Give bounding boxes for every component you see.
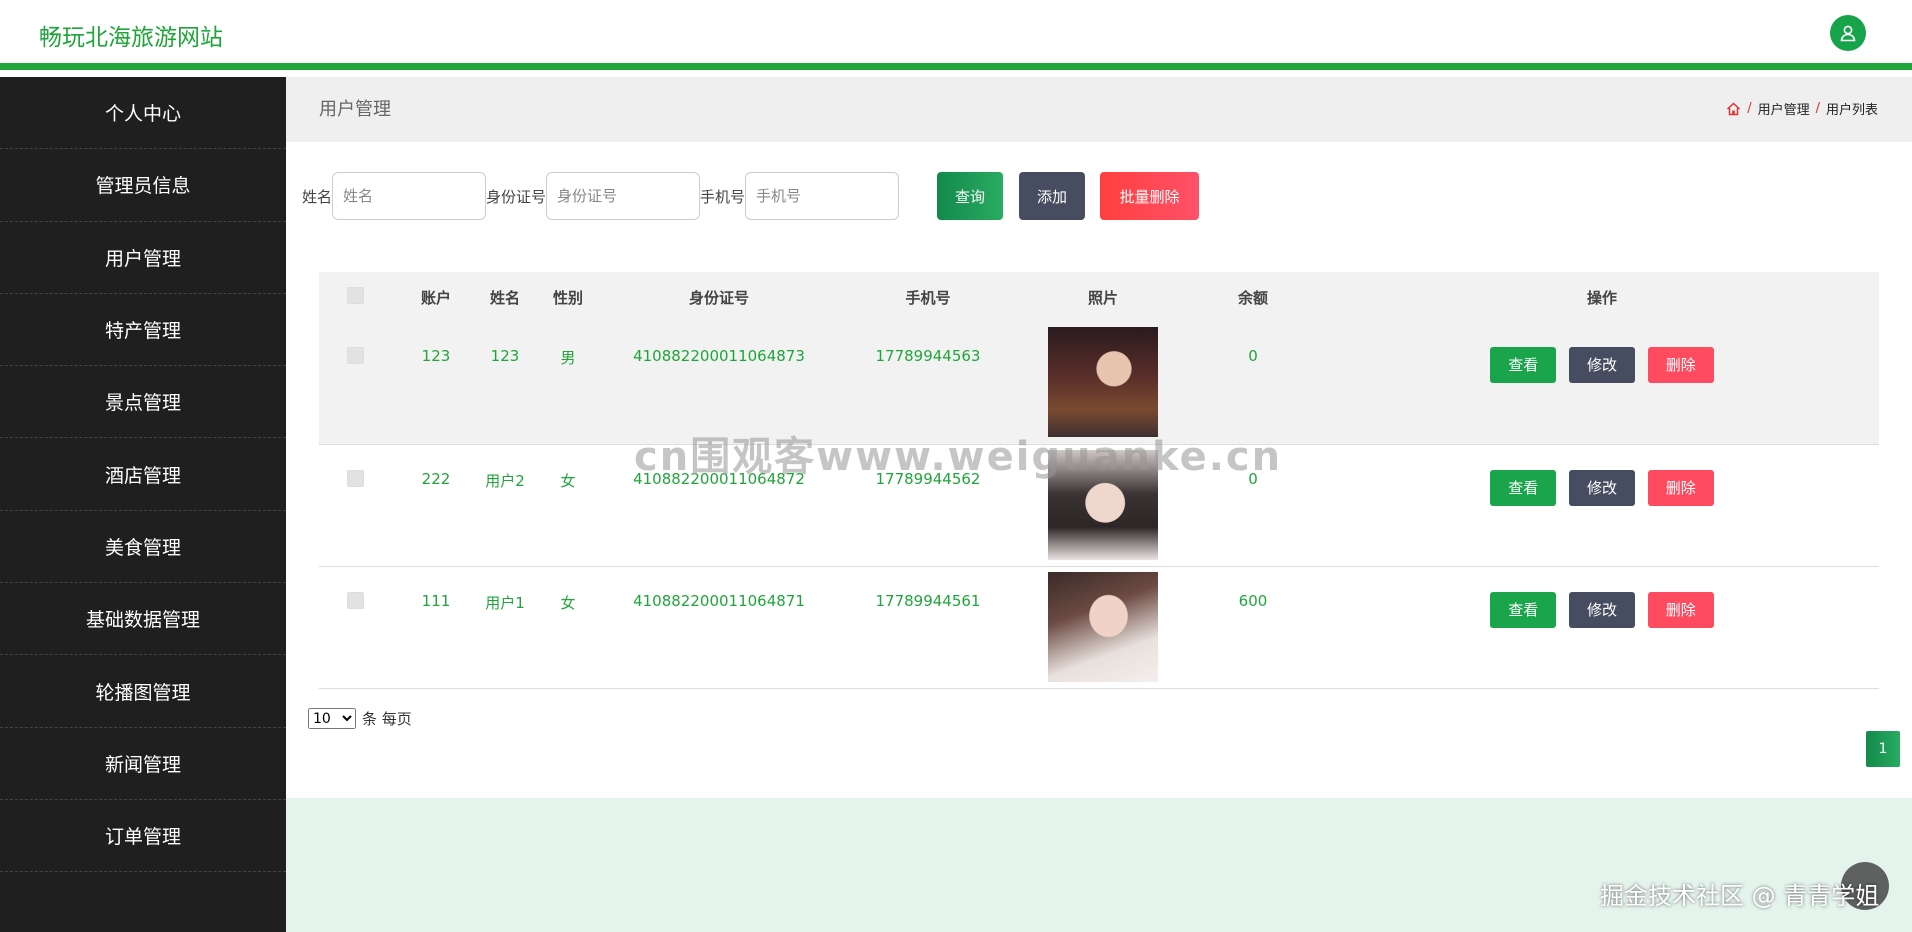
balance-cell: 0 xyxy=(1181,322,1325,445)
breadcrumb-separator: / xyxy=(1815,101,1820,116)
row-checkbox[interactable] xyxy=(346,347,364,364)
site-title: 畅玩北海旅游网站 xyxy=(39,25,223,51)
table-row: 111 用户1 女 410882200011064871 17789944561… xyxy=(319,566,1879,689)
id-number-cell: 410882200011064872 xyxy=(607,444,831,567)
view-button[interactable]: 查看 xyxy=(1490,591,1557,628)
sidebar-item-specialty-management[interactable]: 特产管理 xyxy=(0,294,286,367)
row-select-cell xyxy=(319,566,391,689)
edit-button[interactable]: 修改 xyxy=(1569,591,1635,628)
photo-cell xyxy=(1025,322,1181,445)
sidebar-item-user-management[interactable]: 用户管理 xyxy=(0,222,286,294)
delete-button[interactable]: 删除 xyxy=(1647,469,1714,506)
id-number-label: 身份证号 xyxy=(486,187,547,206)
user-photo[interactable] xyxy=(1048,571,1158,682)
balance-cell: 600 xyxy=(1181,566,1325,689)
column-header-account: 账户 xyxy=(391,272,481,322)
view-button[interactable]: 查看 xyxy=(1490,347,1557,383)
select-all-checkbox[interactable] xyxy=(346,286,364,304)
name-cell: 用户1 xyxy=(481,566,529,689)
breadcrumb-separator: / xyxy=(1747,101,1752,116)
account-cell: 123 xyxy=(391,322,481,445)
search-form: 姓名 身份证号 手机号 查询 添加 批量删除 xyxy=(302,172,1200,220)
id-number-cell: 410882200011064873 xyxy=(607,322,831,445)
page-size-suffix: 条 每页 xyxy=(362,710,412,728)
title-bar: 用户管理 / 用户管理 / 用户列表 xyxy=(286,77,1912,142)
top-header: 畅玩北海旅游网站 xyxy=(0,0,1912,70)
table-row: 123 123 男 410882200011064873 17789944563… xyxy=(319,322,1879,445)
actions-cell: 查看 修改 删除 xyxy=(1325,444,1879,567)
edit-button[interactable]: 修改 xyxy=(1569,347,1635,383)
row-select-cell xyxy=(319,322,391,445)
delete-button[interactable]: 删除 xyxy=(1647,591,1714,628)
corner-watermark: 掘金技术社区 @ 青青学姐 xyxy=(1600,882,1880,910)
select-all-header xyxy=(319,272,391,322)
sidebar-item-hotel-management[interactable]: 酒店管理 xyxy=(0,438,286,511)
edit-button[interactable]: 修改 xyxy=(1569,469,1635,506)
page-size-select[interactable]: 10 xyxy=(308,708,356,729)
table-row: 222 用户2 女 410882200011064872 17789944562… xyxy=(319,444,1879,567)
row-checkbox[interactable] xyxy=(346,469,364,487)
page-number-button[interactable]: 1 xyxy=(1866,731,1900,767)
table-header-row: 账户 姓名 性别 身份证号 手机号 照片 余额 操作 xyxy=(319,272,1879,322)
phone-search-input[interactable] xyxy=(745,172,900,220)
add-button[interactable]: 添加 xyxy=(1019,172,1086,220)
sidebar-item-admin-info[interactable]: 管理员信息 xyxy=(0,149,286,222)
column-header-phone: 手机号 xyxy=(831,272,1025,322)
actions-cell: 查看 修改 删除 xyxy=(1325,566,1879,689)
id-number-search-input[interactable] xyxy=(546,172,701,220)
column-header-name: 姓名 xyxy=(481,272,529,322)
account-cell: 111 xyxy=(391,566,481,689)
sidebar-item-order-management[interactable]: 订单管理 xyxy=(0,800,286,873)
column-header-gender: 性别 xyxy=(529,272,607,322)
sidebar-item-food-management[interactable]: 美食管理 xyxy=(0,511,286,584)
view-button[interactable]: 查看 xyxy=(1490,469,1557,506)
photo-cell xyxy=(1025,444,1181,567)
name-label: 姓名 xyxy=(302,187,333,206)
user-icon xyxy=(1840,25,1856,42)
name-cell: 用户2 xyxy=(481,444,529,567)
column-header-photo: 照片 xyxy=(1025,272,1181,322)
page-title: 用户管理 xyxy=(319,99,391,120)
name-cell: 123 xyxy=(481,322,529,445)
account-cell: 222 xyxy=(391,444,481,567)
breadcrumb-user-list: 用户列表 xyxy=(1825,103,1878,118)
gender-cell: 女 xyxy=(529,444,607,567)
phone-cell: 17789944563 xyxy=(831,322,1025,445)
batch-delete-button[interactable]: 批量删除 xyxy=(1100,172,1200,220)
column-header-actions: 操作 xyxy=(1325,272,1879,322)
phone-cell: 17789944561 xyxy=(831,566,1025,689)
sidebar-item-scenic-management[interactable]: 景点管理 xyxy=(0,366,286,439)
sidebar-item-personal-center[interactable]: 个人中心 xyxy=(0,77,286,150)
user-avatar-button[interactable] xyxy=(1830,15,1866,51)
user-photo[interactable] xyxy=(1048,327,1158,437)
gender-cell: 女 xyxy=(529,566,607,689)
photo-cell xyxy=(1025,566,1181,689)
row-select-cell xyxy=(319,444,391,567)
id-number-cell: 410882200011064871 xyxy=(607,566,831,689)
row-checkbox[interactable] xyxy=(346,591,364,609)
user-table: 账户 姓名 性别 身份证号 手机号 照片 余额 操作 123 123 男 410… xyxy=(319,272,1879,689)
column-header-id-number: 身份证号 xyxy=(607,272,831,322)
sidebar-item-news-management[interactable]: 新闻管理 xyxy=(0,728,286,800)
sidebar-item-basic-data-management[interactable]: 基础数据管理 xyxy=(0,583,286,656)
name-search-input[interactable] xyxy=(332,172,487,220)
sidebar-item-carousel-management[interactable]: 轮播图管理 xyxy=(0,655,286,728)
gender-cell: 男 xyxy=(529,322,607,445)
balance-cell: 0 xyxy=(1181,444,1325,567)
query-button[interactable]: 查询 xyxy=(937,172,1004,220)
sidebar-menu: 个人中心 管理员信息 用户管理 特产管理 景点管理 酒店管理 美食管理 基础数据… xyxy=(0,77,286,932)
footer-band xyxy=(286,798,1912,932)
home-icon[interactable] xyxy=(1726,101,1741,116)
main-content: 用户管理 / 用户管理 / 用户列表 姓名 身份证号 手机号 查询 添加 批量删… xyxy=(286,77,1912,932)
phone-cell: 17789944562 xyxy=(831,444,1025,567)
delete-button[interactable]: 删除 xyxy=(1647,347,1714,383)
phone-label: 手机号 xyxy=(700,187,746,206)
breadcrumb-user-management[interactable]: 用户管理 xyxy=(1758,99,1810,118)
column-header-balance: 余额 xyxy=(1181,272,1325,322)
page-size-control: 10 条 每页 xyxy=(308,708,412,729)
breadcrumb: / 用户管理 / 用户列表 xyxy=(1726,99,1878,118)
actions-cell: 查看 修改 删除 xyxy=(1325,322,1879,445)
user-photo[interactable] xyxy=(1048,449,1158,560)
